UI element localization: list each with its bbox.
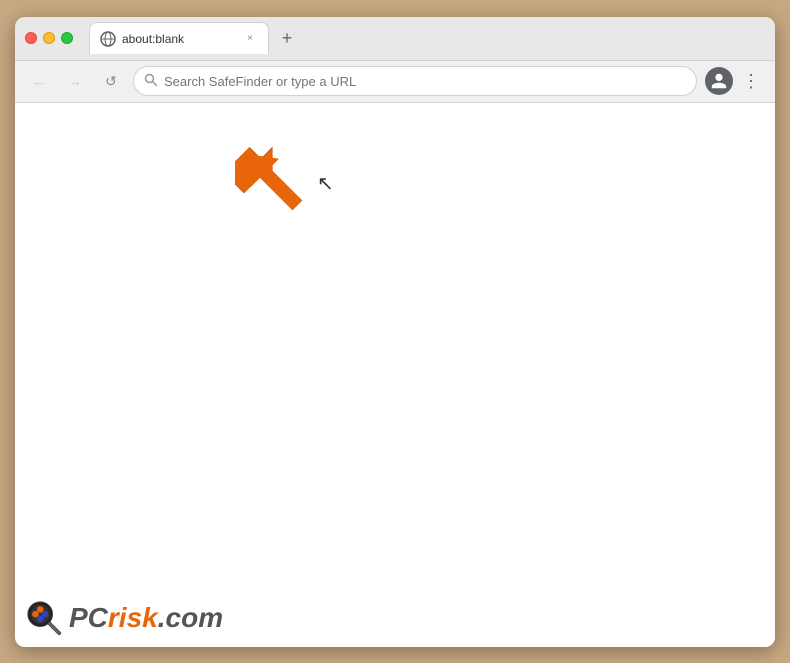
toolbar-right: ⋮	[705, 67, 765, 95]
browser-window: about:blank × + ← → ↺ ⋮	[15, 17, 775, 647]
tab-title: about:blank	[122, 32, 236, 46]
maximize-window-button[interactable]	[61, 32, 73, 44]
address-bar[interactable]	[133, 66, 697, 96]
page-content: ↖ PCrisk .com	[15, 103, 775, 647]
directional-arrow	[230, 138, 315, 228]
minimize-window-button[interactable]	[43, 32, 55, 44]
new-tab-button[interactable]: +	[273, 24, 301, 52]
title-bar: about:blank × +	[15, 17, 775, 61]
traffic-lights	[25, 32, 73, 44]
account-button[interactable]	[705, 67, 733, 95]
pcrisk-domain-text: .com	[158, 602, 223, 634]
search-icon	[144, 73, 158, 90]
reload-button[interactable]: ↺	[97, 67, 125, 95]
forward-button[interactable]: →	[61, 67, 89, 95]
mouse-cursor: ↖	[317, 171, 334, 196]
arrow-svg	[230, 138, 315, 223]
pcrisk-pc-text: PCrisk	[69, 602, 158, 634]
close-window-button[interactable]	[25, 32, 37, 44]
toolbar: ← → ↺ ⋮	[15, 61, 775, 103]
tab-area: about:blank × +	[89, 22, 765, 54]
browser-menu-button[interactable]: ⋮	[737, 67, 765, 95]
pcrisk-brand-text: PCrisk .com	[69, 602, 223, 634]
tab-favicon-icon	[100, 31, 116, 47]
active-tab[interactable]: about:blank ×	[89, 22, 269, 54]
close-tab-button[interactable]: ×	[242, 31, 258, 47]
url-input[interactable]	[164, 74, 686, 89]
pcrisk-watermark: PCrisk .com	[25, 599, 223, 637]
back-button[interactable]: ←	[25, 67, 53, 95]
pcrisk-logo-icon	[25, 599, 63, 637]
